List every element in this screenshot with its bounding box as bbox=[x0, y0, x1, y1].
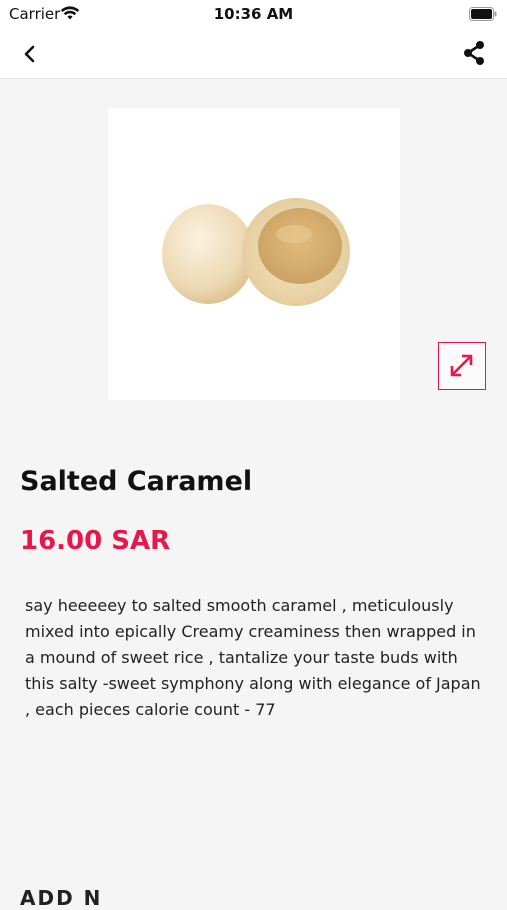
product-image[interactable] bbox=[108, 108, 400, 400]
next-section-heading: ADD N bbox=[20, 886, 103, 910]
expand-image-button[interactable] bbox=[438, 342, 486, 390]
expand-icon bbox=[450, 354, 473, 377]
battery-icon bbox=[469, 6, 497, 25]
product-title: Salted Caramel bbox=[20, 466, 253, 497]
share-button[interactable] bbox=[459, 38, 489, 68]
nav-bar bbox=[0, 28, 507, 79]
share-icon bbox=[464, 41, 484, 65]
product-price: 16.00 SAR bbox=[20, 526, 171, 556]
chevron-left-icon bbox=[24, 45, 35, 63]
status-time: 10:36 AM bbox=[213, 5, 294, 23]
mochi-image bbox=[162, 198, 350, 306]
status-bar: Carrier 10:36 AM bbox=[0, 0, 507, 28]
product-description: say heeeeey to salted smooth caramel , m… bbox=[25, 596, 481, 719]
back-button[interactable] bbox=[16, 40, 44, 68]
